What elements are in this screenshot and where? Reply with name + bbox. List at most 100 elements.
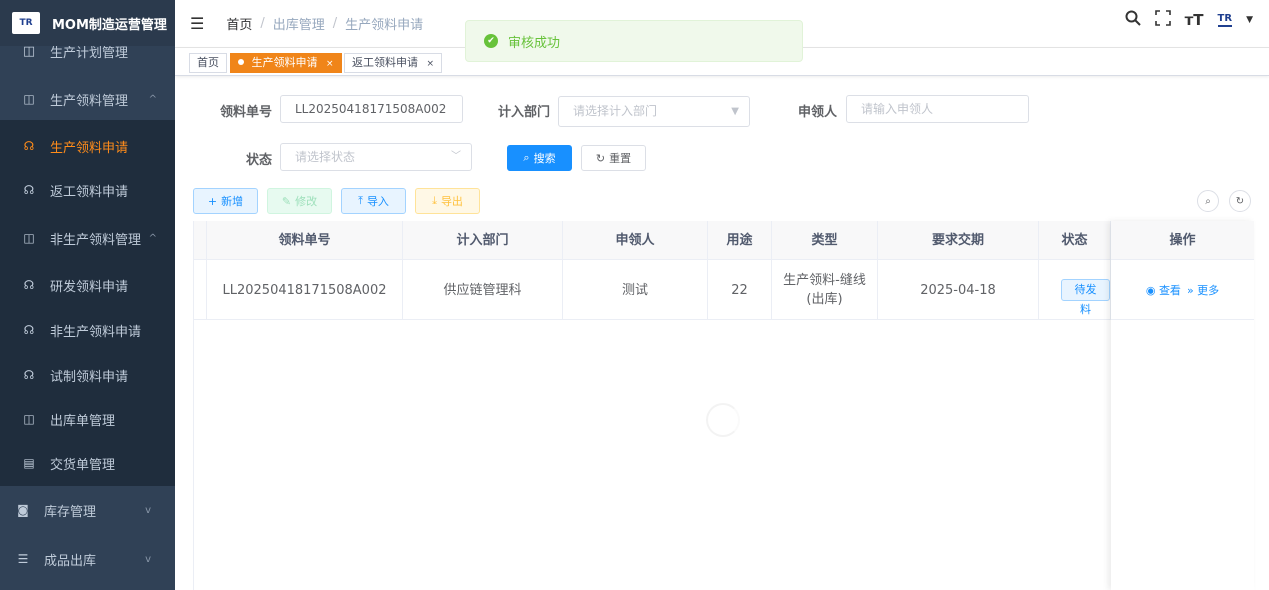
breadcrumb-outbound: 出库管理 (272, 18, 325, 33)
toggle-search-button[interactable]: ⌕ (1197, 190, 1219, 212)
table-cell-selection (194, 260, 207, 320)
close-icon[interactable]: × (427, 59, 435, 69)
more-link[interactable]: » 更多 (1187, 282, 1219, 298)
breadcrumb-home[interactable]: 首页 (226, 14, 252, 33)
user-avatar[interactable]: TR (1217, 13, 1233, 27)
upload-icon: ⤒ (358, 194, 363, 207)
add-button[interactable]: + 新增 (193, 188, 258, 214)
tag-rework-apply[interactable]: 返工领料申请 × (344, 53, 443, 73)
view-link[interactable]: ◉ 查看 (1146, 282, 1181, 298)
breadcrumb-separator: / (260, 16, 265, 31)
sidebar-item-label: 交货单管理 (50, 457, 116, 473)
headset-icon: ☊ (23, 278, 35, 292)
search-icon[interactable] (1125, 10, 1141, 30)
table-row[interactable]: LL20250418171508A002 供应链管理科 测试 22 生产领料-缝… (194, 260, 1254, 320)
refresh-button[interactable]: ↻ (1229, 190, 1251, 212)
plus-icon: + (207, 194, 218, 208)
headset-icon: ☊ (23, 139, 35, 153)
book-icon: ◫ (23, 92, 35, 106)
app-title: MOM制造运营管理 (52, 17, 167, 33)
hamburger-icon[interactable]: ☰ (190, 14, 204, 33)
book-icon: ◫ (23, 412, 35, 426)
chevron-down-icon: v (145, 553, 151, 565)
order-no-input[interactable]: LL20250418171508A002 (280, 95, 463, 123)
active-dot-icon (238, 59, 244, 65)
fullscreen-icon[interactable] (1154, 10, 1171, 30)
table-cell-applicant: 测试 (563, 260, 708, 320)
double-chevron-right-icon: » (1186, 283, 1194, 297)
sidebar-item-label: 非生产领料申请 (50, 324, 142, 340)
success-toast: ✔ 审核成功 (465, 20, 803, 62)
edit-button[interactable]: ✎ 修改 (267, 188, 332, 214)
download-icon: ⤓ (432, 194, 437, 207)
refresh-icon: ↻ (1235, 195, 1245, 207)
toast-message: 审核成功 (508, 35, 561, 51)
font-size-icon[interactable]: ᴛT (1185, 11, 1204, 29)
app-root: ◫ 生产计划管理 TR MOM制造运营管理 ◫ 生产领料管理 ^ ☊ 生产领料申… (0, 0, 1269, 590)
reset-button-label: 重置 (609, 152, 632, 165)
sidebar-item-production-apply[interactable]: ☊ 生产领料申请 (0, 124, 175, 168)
tag-label: 首页 (197, 56, 219, 69)
more-link-label: 更多 (1197, 283, 1220, 297)
type-line-2: (出库) (806, 292, 843, 307)
view-link-label: 查看 (1158, 283, 1181, 297)
status-badge: 待发料 (1061, 279, 1110, 316)
close-icon[interactable]: × (326, 59, 334, 69)
applicant-input[interactable]: 请输入申领人 (846, 95, 1029, 123)
sidebar-item-label: 库存管理 (44, 504, 97, 520)
sidebar-item-label: 生产领料管理 (50, 93, 129, 109)
dropdown-arrow-icon: ▼ (731, 106, 739, 117)
breadcrumb-separator: / (332, 16, 338, 31)
tag-production-apply[interactable]: 生产领料申请 × (230, 53, 342, 73)
sidebar-item-nonproduction-material[interactable]: ◫ 非生产领料管理 ^ (0, 216, 175, 260)
table-cell-dept: 供应链管理科 (403, 260, 563, 320)
loading-spinner-icon (706, 403, 740, 437)
sidebar-item-label: 生产领料申请 (50, 140, 129, 156)
sidebar-item-delivery-order[interactable]: ▤ 交货单管理 (0, 441, 175, 485)
list-icon: ☰ (17, 552, 29, 566)
table-header-selection (194, 221, 207, 260)
sidebar-item-inventory[interactable]: ◙ 库存管理 v (0, 488, 169, 532)
sidebar-item-rework-apply[interactable]: ☊ 返工领料申请 (0, 168, 175, 212)
import-button[interactable]: ⤒ 导入 (341, 188, 406, 214)
status-label: 状态 (246, 153, 273, 168)
sidebar: ◫ 生产计划管理 TR MOM制造运营管理 ◫ 生产领料管理 ^ ☊ 生产领料申… (0, 0, 175, 590)
dept-label: 计入部门 (498, 105, 551, 120)
monitor-icon: ◙ (17, 503, 29, 517)
sidebar-item-trial-apply[interactable]: ☊ 试制领料申请 (0, 353, 175, 397)
sidebar-item-rd-apply[interactable]: ☊ 研发领料申请 (0, 263, 175, 307)
type-line-1: 生产领料-缝线 (783, 273, 866, 288)
book-icon: ◫ (23, 231, 35, 245)
dept-select[interactable]: 请选择计入部门 ▼ (558, 96, 750, 127)
sidebar-item-outbound-order[interactable]: ◫ 出库单管理 (0, 397, 175, 441)
edit-icon: ✎ (281, 194, 292, 208)
table-cell-purpose: 22 (708, 260, 772, 320)
fixed-operations-column: 操作 ◉ 查看 » 更多 (1111, 221, 1254, 590)
table-cell-order-no: LL20250418171508A002 (207, 260, 403, 320)
export-button[interactable]: ⤓ 导出 (415, 188, 480, 214)
sidebar-item-production-material[interactable]: ◫ 生产领料管理 ^ (0, 77, 175, 121)
refresh-icon: ↻ (595, 151, 606, 165)
search-icon: ⌕ (1205, 195, 1211, 207)
table-cell-due-date: 2025-04-18 (878, 260, 1039, 320)
table-header-cell: 用途 (708, 221, 772, 260)
order-no-label: 领料单号 (220, 105, 273, 120)
sidebar-item-label: 非生产领料管理 (50, 232, 142, 248)
table-header-cell: 申领人 (563, 221, 708, 260)
table-header-cell: 状态 (1039, 221, 1111, 260)
tag-home[interactable]: 首页 (189, 53, 227, 73)
table-cell-type: 生产领料-缝线 (出库) (772, 260, 878, 320)
status-select[interactable]: 请选择状态 ﹀ (280, 143, 472, 171)
sidebar-item-label: 研发领料申请 (50, 279, 129, 295)
tag-label: 返工领料申请 (352, 56, 418, 69)
sidebar-item-nonproduction-apply[interactable]: ☊ 非生产领料申请 (0, 308, 175, 352)
chevron-down-icon: v (145, 504, 151, 516)
search-button-label: 搜索 (533, 152, 556, 165)
caret-down-icon[interactable]: ▼ (1246, 15, 1253, 25)
search-button[interactable]: ⌕ 搜索 (507, 145, 572, 171)
sidebar-item-finished-outbound[interactable]: ☰ 成品出库 v (0, 537, 169, 581)
headset-icon: ☊ (23, 323, 35, 337)
breadcrumb-current: 生产领料申请 (345, 18, 424, 33)
logo-bar: TR MOM制造运营管理 (0, 0, 175, 46)
reset-button[interactable]: ↻ 重置 (581, 145, 646, 171)
